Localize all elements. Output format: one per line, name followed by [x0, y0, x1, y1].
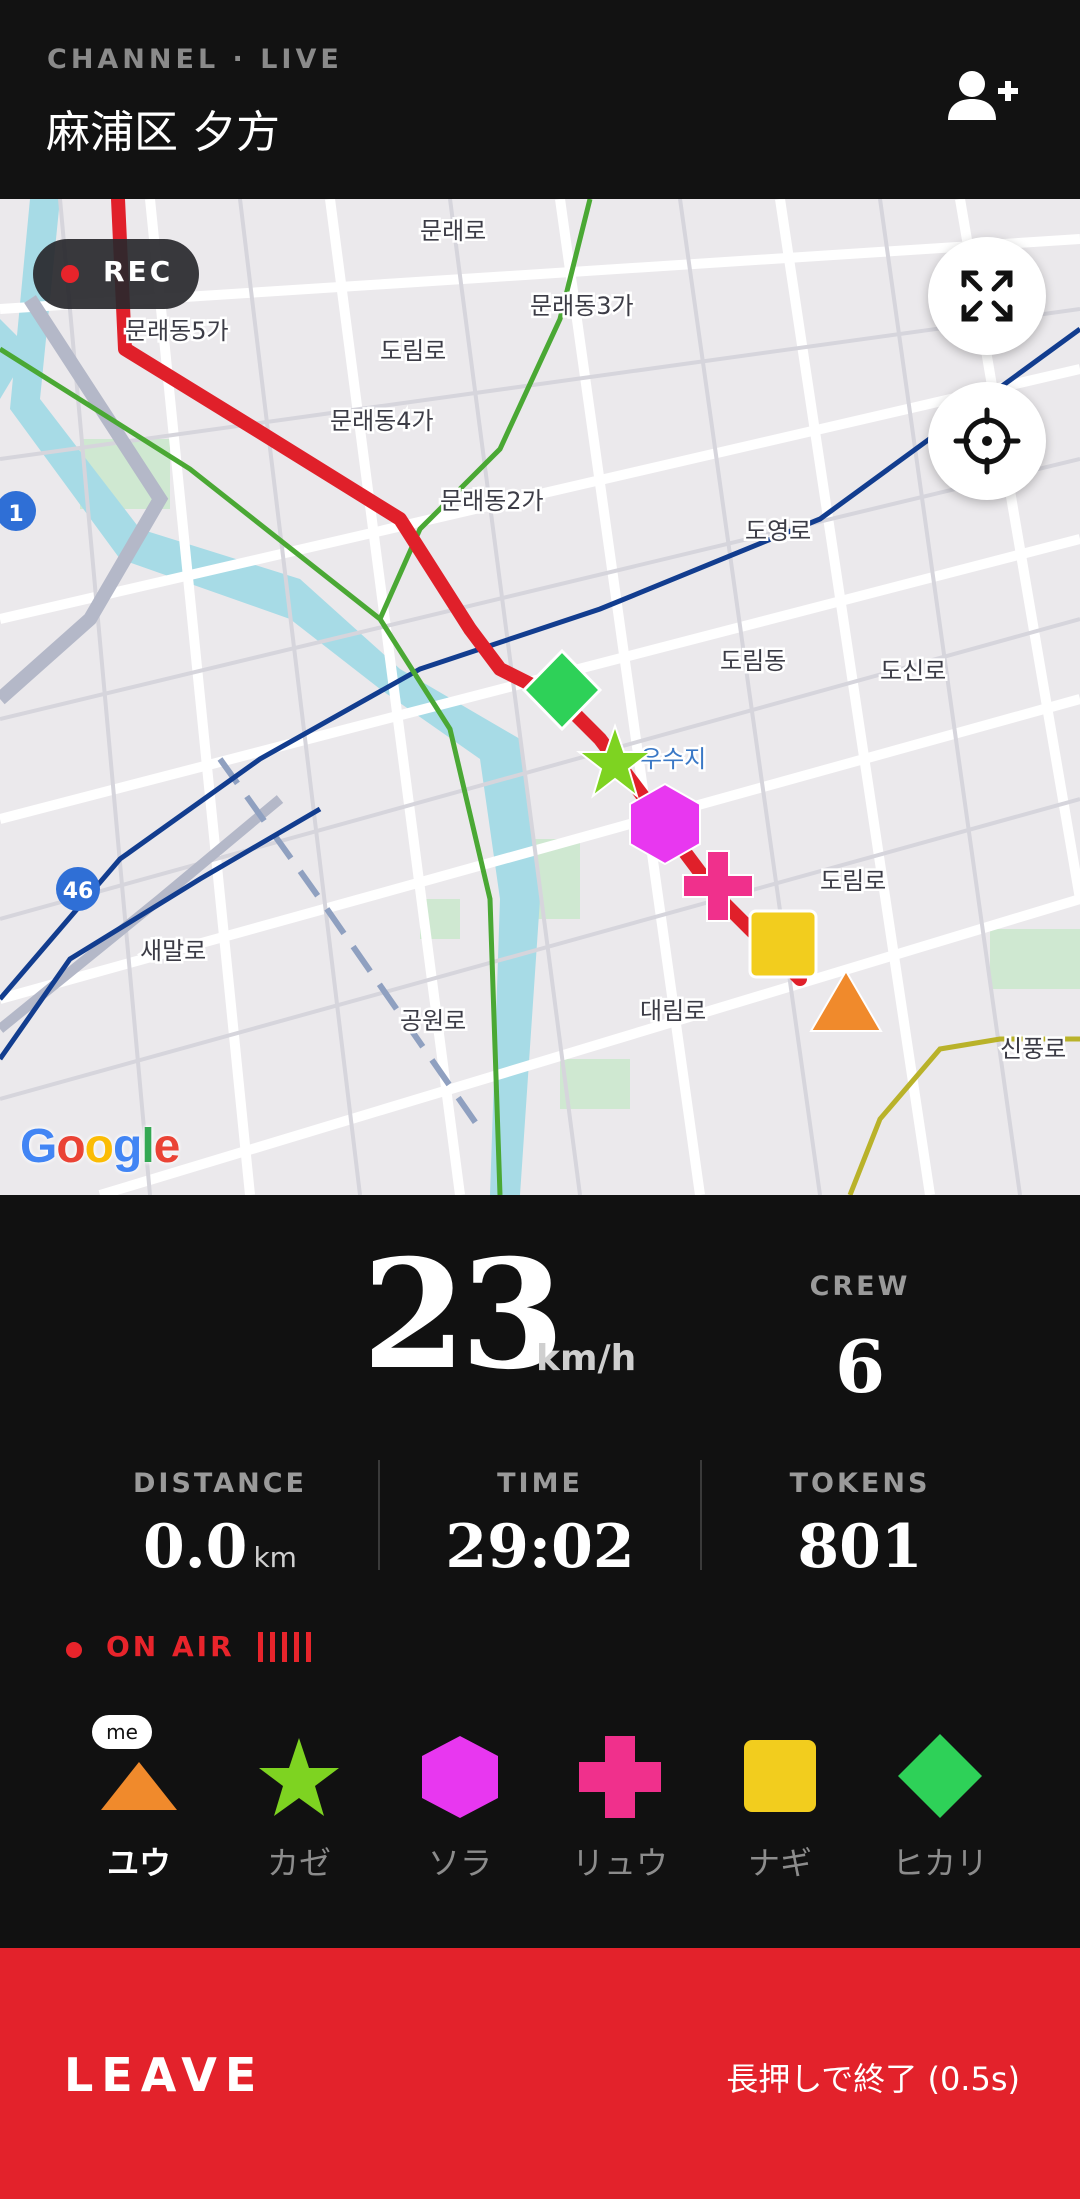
map-label: 신풍로	[1000, 1035, 1066, 1063]
map-label: 대림로	[640, 997, 706, 1025]
rec-label: REC	[103, 255, 174, 288]
map-view[interactable]: 1 46 문래로 문래동3가 문래동5가 도림로 문래동4가 문래동2가 도영로…	[0, 199, 1080, 1195]
stat-divider	[700, 1460, 702, 1570]
crew-member-name: リュウ	[571, 1844, 668, 1882]
cross-icon	[579, 1736, 661, 1818]
tokens-label: TOKENS	[789, 1468, 931, 1499]
map-label: 공원로	[400, 1007, 466, 1035]
map-label: 도림로	[380, 337, 446, 365]
recenter-button[interactable]	[928, 382, 1046, 500]
marker-nagi	[748, 909, 818, 979]
crew-member-name: ナギ	[747, 1844, 812, 1882]
map-label: 도림로	[820, 867, 886, 895]
map-label: 문래동5가	[125, 317, 229, 345]
map-label: 도림동	[720, 647, 786, 675]
distance-unit: km	[253, 1541, 297, 1574]
crew-member-name: ソラ	[427, 1844, 492, 1882]
me-badge: me	[92, 1715, 152, 1749]
diamond-icon	[898, 1734, 982, 1818]
on-air-label: ON AIR	[106, 1630, 235, 1663]
map-label: 문래로	[420, 217, 486, 245]
hexagon-icon	[422, 1736, 498, 1818]
map-road-badge: 1	[8, 502, 23, 527]
channel-title: 麻浦区 夕方	[46, 107, 280, 158]
app-header: CHANNEL · LIVE 麻浦区 夕方	[0, 0, 1080, 199]
map-label: 도영로	[745, 517, 811, 545]
crew-member-name: ユウ	[106, 1844, 171, 1882]
crew-member-nagi[interactable]: ナギ	[710, 1720, 850, 1890]
leave-label: LEAVE	[64, 2048, 265, 2102]
on-air-dot-icon	[66, 1642, 82, 1658]
time-label: TIME	[497, 1468, 583, 1499]
add-member-button[interactable]	[948, 64, 1020, 128]
crew-member-yu[interactable]: me ユウ	[69, 1715, 209, 1890]
distance-value: 0.0	[143, 1512, 248, 1582]
square-icon	[744, 1740, 816, 1812]
map-label: 문래동2가	[440, 487, 544, 515]
crew-member-sora[interactable]: ソラ	[390, 1720, 530, 1890]
map-label: 도신로	[880, 657, 946, 685]
crew-member-ryu[interactable]: リュウ	[550, 1720, 690, 1890]
crew-member-name: ヒカリ	[891, 1844, 988, 1882]
crew-count-label: CREW	[809, 1271, 911, 1302]
map-label: 새말로	[140, 937, 206, 965]
time-value: 29:02	[445, 1512, 635, 1582]
distance-label: DISTANCE	[133, 1468, 307, 1499]
speed-value: 23	[362, 1227, 565, 1403]
map-label: 문래동3가	[530, 292, 634, 320]
map-label: 문래동4가	[330, 407, 434, 435]
expand-icon	[961, 270, 1013, 322]
map-road-badge: 46	[63, 879, 94, 904]
fullscreen-button[interactable]	[928, 237, 1046, 355]
speed-unit: km/h	[536, 1338, 637, 1379]
crew-count-value: 6	[834, 1324, 886, 1409]
map-label: 우수지	[640, 745, 706, 773]
stat-divider	[378, 1460, 380, 1570]
map-canvas: 1 46 문래로 문래동3가 문래동5가 도림로 문래동4가 문래동2가 도영로…	[0, 199, 1080, 1195]
crew-member-hikari[interactable]: ヒカリ	[870, 1720, 1010, 1890]
crosshair-icon	[953, 407, 1021, 475]
crew-member-name: カゼ	[266, 1844, 331, 1882]
channel-label: CHANNEL · LIVE	[47, 44, 343, 75]
person-add-icon	[948, 71, 1018, 120]
google-logo: Google	[20, 1120, 180, 1173]
tokens-value: 801	[797, 1512, 923, 1582]
star-icon	[259, 1738, 339, 1816]
leave-button[interactable]: LEAVE 長押しで終了 (0.5s)	[0, 1948, 1080, 2199]
distance-stat: 0.0 km	[90, 1512, 350, 1582]
rec-dot-icon	[61, 265, 79, 283]
crew-member-kaze[interactable]: カゼ	[229, 1720, 369, 1890]
leave-hint: 長押しで終了 (0.5s)	[726, 2060, 1020, 2098]
rec-badge: REC	[33, 239, 199, 309]
audio-level-icon	[258, 1632, 328, 1664]
